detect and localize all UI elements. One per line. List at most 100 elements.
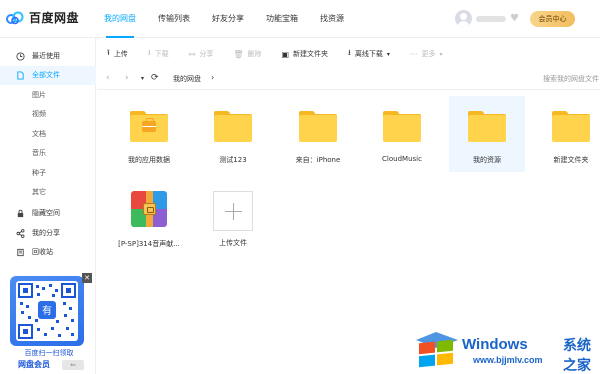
watermark: Windows 系统之家 www.bjjmlv.com	[410, 322, 600, 374]
plus-icon	[213, 191, 253, 231]
chevron-down-icon: ▾	[386, 50, 390, 58]
file-name: 我的资源	[473, 156, 501, 164]
sidebar-item-recycle-bin[interactable]: 回收站	[0, 243, 96, 262]
trash-icon	[17, 248, 24, 257]
watermark-url: www.bjjmlv.com	[473, 355, 543, 365]
top-bar: 百度网盘 我的网盘 传输列表 好友分享 功能宝箱 找资源 ♥ 会员中心	[0, 0, 600, 38]
file-name: 我的应用数据	[128, 156, 170, 164]
offline-download-label: 离线下载	[354, 50, 383, 58]
folder-icon	[552, 111, 590, 142]
qr-code: 有	[16, 281, 78, 341]
offline-download-button[interactable]: ⭳ 离线下载 ▾	[338, 38, 400, 70]
file-name: 测试123	[219, 156, 247, 164]
sidebar-item-label: 全部文件	[32, 71, 60, 79]
avatar[interactable]	[455, 10, 472, 27]
folder-icon	[299, 111, 337, 142]
breadcrumb[interactable]: 我的网盘	[173, 74, 201, 84]
download-label: 下载	[154, 50, 169, 58]
file-item[interactable]: 我的资源	[449, 96, 525, 172]
upload-file-tile[interactable]: 上传文件	[195, 186, 271, 262]
heart-icon[interactable]: ♥	[510, 13, 519, 24]
share-label: 分享	[199, 50, 214, 58]
sidebar-sub-music[interactable]: 音乐	[32, 144, 46, 163]
watermark-title: Windows	[462, 336, 528, 353]
windows-logo-icon	[416, 332, 458, 368]
sidebar-item-label: 回收站	[32, 248, 53, 256]
file-name: CloudMusic	[382, 155, 422, 163]
promo-qr-panel: 有 ✕ 百度扫一扫领取 网盘会员 ⇐	[4, 273, 94, 374]
sidebar-item-label: 隐藏空间	[32, 209, 60, 217]
vip-center-button[interactable]: 会员中心	[530, 11, 575, 27]
app-window: 百度网盘 我的网盘 传输列表 好友分享 功能宝箱 找资源 ♥ 会员中心 最近使用…	[0, 0, 600, 374]
trash-icon: 🗑	[233, 49, 244, 59]
promo-arrow-button[interactable]: ⇐	[62, 360, 84, 370]
tab-find-resources[interactable]: 找资源	[320, 0, 344, 38]
new-folder-button[interactable]: ▣ 新建文件夹	[271, 38, 338, 70]
sidebar-sub-other[interactable]: 其它	[32, 183, 46, 202]
more-label: 更多	[421, 50, 436, 58]
file-name: 上传文件	[219, 239, 247, 247]
username-blurred	[476, 15, 506, 22]
file-name: 来自：iPhone	[295, 156, 341, 164]
sidebar-item-all-files[interactable]: 全部文件	[0, 66, 96, 85]
file-item[interactable]: 新建文件夹	[533, 96, 600, 172]
close-icon[interactable]: ✕	[82, 273, 92, 283]
file-item[interactable]: CloudMusic	[364, 96, 440, 172]
clock-icon	[16, 52, 25, 61]
user-area[interactable]: ♥	[455, 10, 519, 27]
tab-toolbox[interactable]: 功能宝箱	[266, 0, 298, 38]
delete-button[interactable]: 🗑 删除	[223, 38, 271, 70]
forward-arrow-icon[interactable]: ›	[125, 73, 129, 83]
sidebar-item-recent[interactable]: 最近使用	[0, 47, 96, 66]
tab-transfer-list[interactable]: 传输列表	[158, 0, 190, 38]
sidebar-sub-torrents[interactable]: 种子	[32, 164, 46, 183]
refresh-icon[interactable]: ⟳	[151, 73, 159, 83]
promo-line2: 网盘会员	[18, 360, 50, 369]
path-bar: ‹ › ▾ ⟳ 我的网盘 › 搜索我的网盘文件	[97, 70, 600, 90]
share-icon: ⚯	[188, 49, 196, 59]
qr-frame: 有	[10, 276, 84, 346]
share-button[interactable]: ⚯ 分享	[179, 38, 224, 70]
logo[interactable]: 百度网盘	[6, 9, 79, 26]
file-name: [P-SP]314音声献...	[118, 240, 180, 248]
more-button[interactable]: ··· 更多 ▾	[400, 38, 453, 70]
upload-label: 上传	[113, 50, 128, 58]
download-icon: ⭳	[147, 48, 151, 57]
zip-archive-icon	[131, 191, 167, 227]
upload-button[interactable]: ⭱ 上传	[97, 38, 138, 70]
sidebar-item-label: 最近使用	[32, 52, 60, 60]
download-icon: ⭳	[348, 48, 351, 57]
sidebar-sub-images[interactable]: 图片	[32, 86, 46, 105]
more-icon: ···	[409, 49, 418, 59]
svg-text:有: 有	[42, 304, 52, 317]
tab-my-netdisk[interactable]: 我的网盘	[104, 0, 136, 38]
promo-line1: 百度扫一扫领取	[24, 349, 74, 357]
folder-icon	[468, 111, 506, 142]
sidebar-sub-videos[interactable]: 视频	[32, 105, 46, 124]
file-item[interactable]: 来自：iPhone	[280, 96, 356, 172]
back-arrow-icon[interactable]: ‹	[106, 73, 110, 83]
watermark-subtitle: 系统之家	[563, 338, 591, 374]
history-dropdown-icon[interactable]: ▾	[141, 75, 144, 82]
file-item[interactable]: [P-SP]314音声献...	[111, 180, 187, 256]
search-input[interactable]: 搜索我的网盘文件	[543, 74, 599, 84]
sidebar-item-my-share[interactable]: 我的分享	[0, 224, 96, 243]
logo-text: 百度网盘	[29, 11, 80, 25]
new-folder-label: 新建文件夹	[293, 50, 329, 58]
download-button[interactable]: ⭳ 下载	[138, 38, 179, 70]
toolbar: ⭱ 上传 ⭳ 下载 ⚯ 分享 🗑 删除 ▣ 新建文件夹 ⭳ 离线下载 ▾ ···…	[97, 38, 600, 70]
sidebar-sub-documents[interactable]: 文档	[32, 125, 46, 144]
file-icon	[17, 71, 24, 80]
file-item[interactable]: 我的应用数据	[111, 96, 187, 172]
breadcrumb-chevron-icon: ›	[211, 73, 215, 82]
folder-icon	[214, 111, 252, 142]
upload-icon: ⭱	[107, 48, 110, 57]
main-nav: 我的网盘 传输列表 好友分享 功能宝箱 找资源	[104, 0, 366, 38]
tab-friend-share[interactable]: 好友分享	[212, 0, 244, 38]
new-folder-icon: ▣	[281, 49, 290, 59]
chevron-down-icon: ▾	[439, 50, 443, 58]
cloud-logo-icon	[6, 11, 24, 24]
file-item[interactable]: 测试123	[195, 96, 271, 172]
sidebar-item-hidden-space[interactable]: 隐藏空间	[0, 204, 96, 223]
delete-label: 删除	[247, 50, 262, 58]
